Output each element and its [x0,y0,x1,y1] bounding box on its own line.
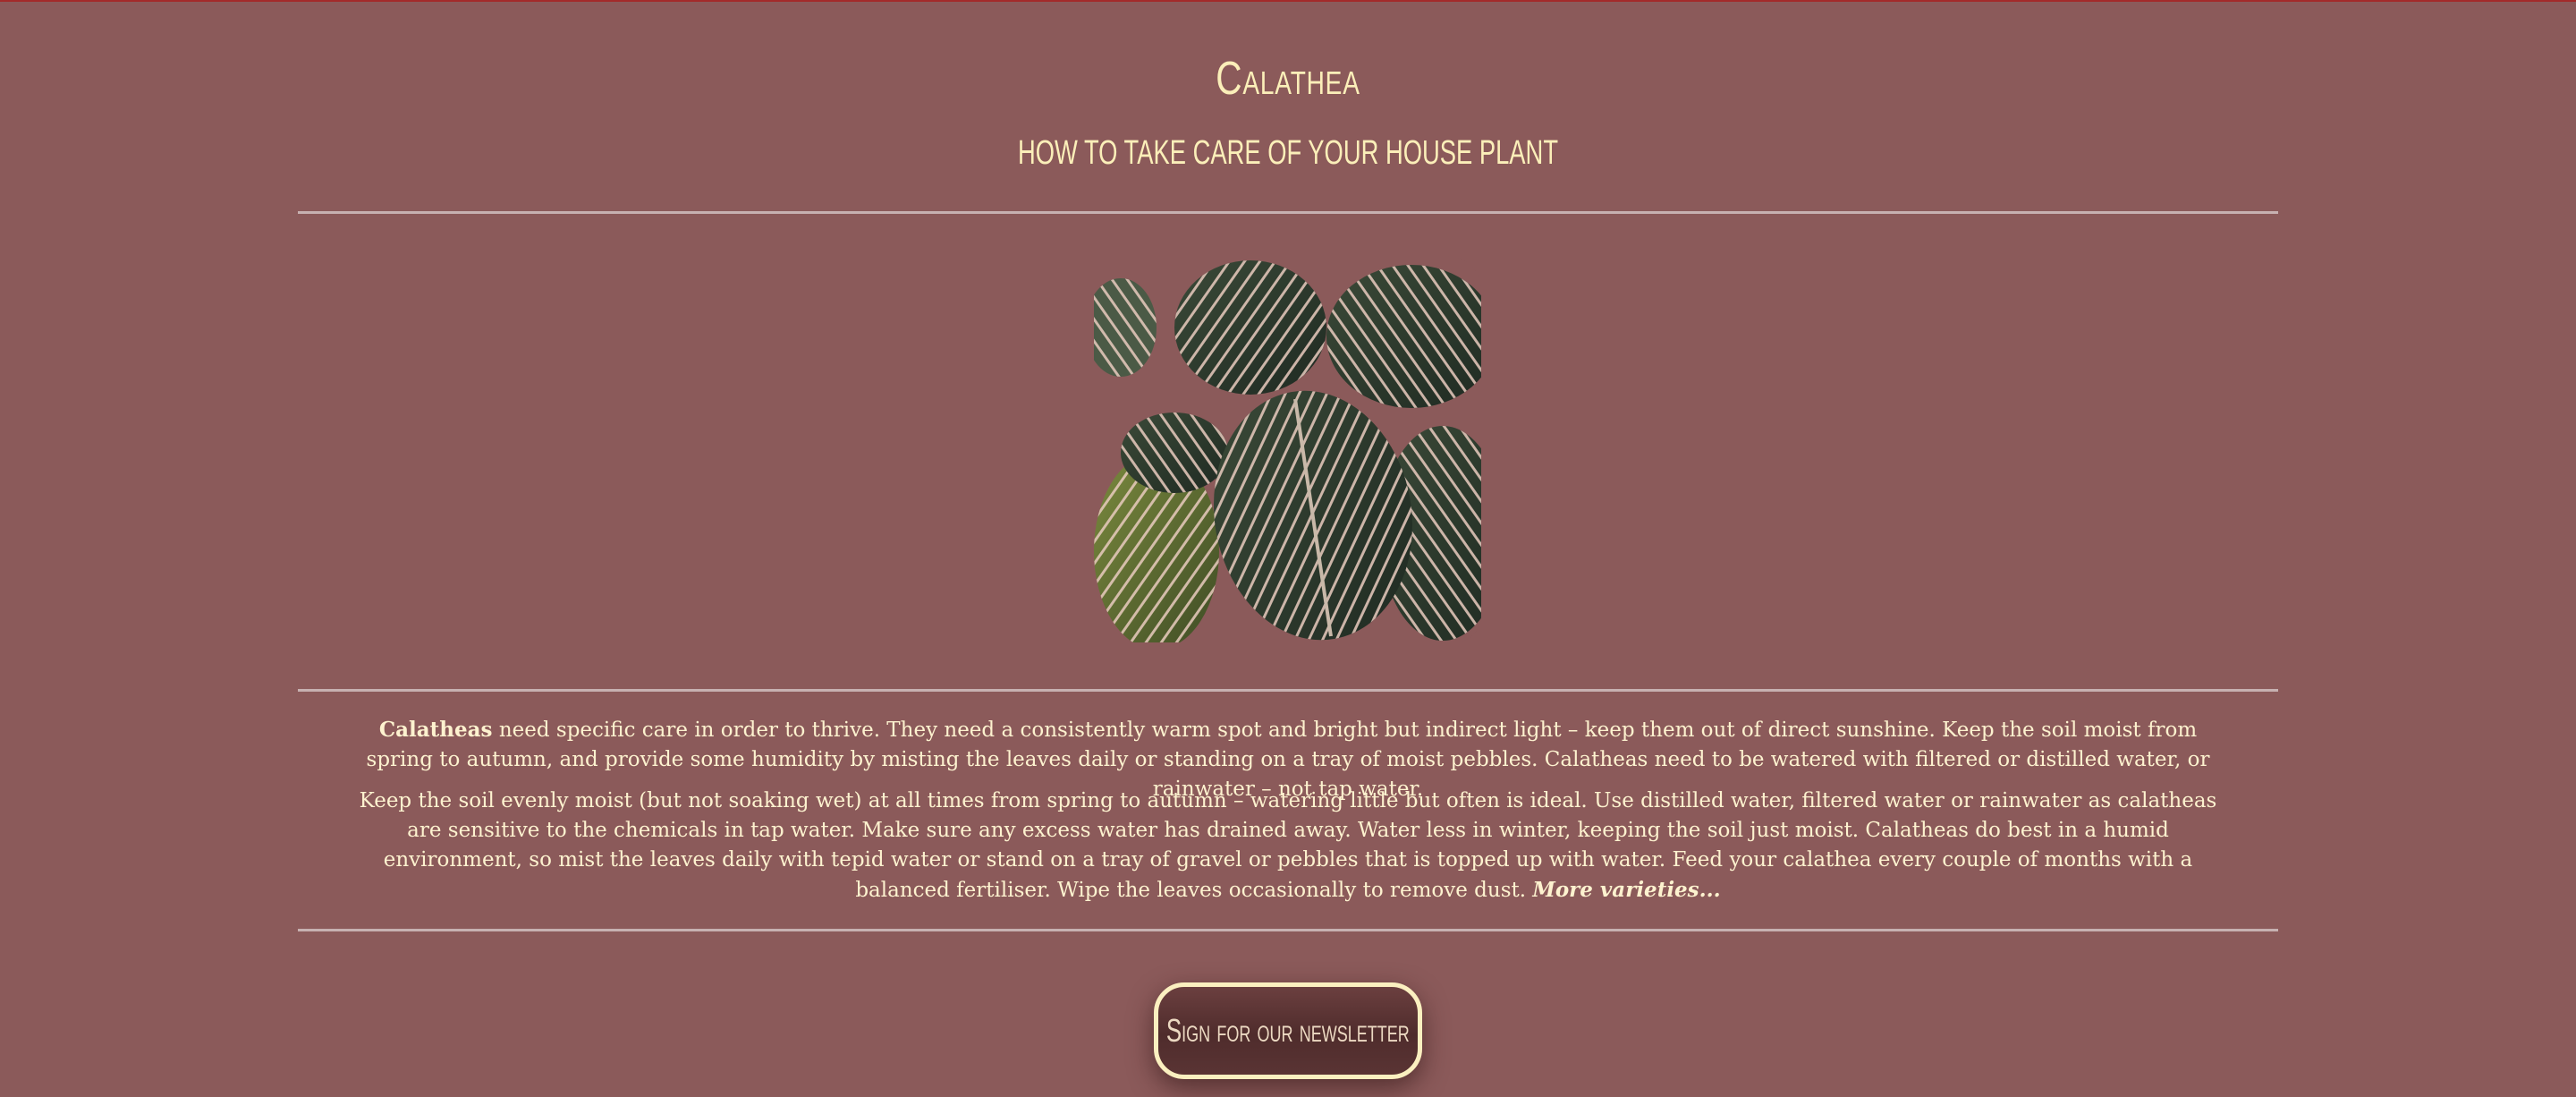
divider-bottom [298,929,2278,931]
page-title: Calathea [1216,53,1360,105]
paragraph-2-text: Keep the soil evenly moist (but not soak… [359,789,2217,902]
calathea-image [1094,256,1481,642]
divider-top [298,211,2278,214]
divider-middle [298,689,2278,692]
more-varieties-link[interactable]: More varieties... [1532,878,1720,902]
paragraph-lead: Calatheas [378,718,493,742]
page-subtitle: How to take care of your house plant [1017,134,1559,172]
newsletter-button[interactable]: Sign for our newsletter [1154,982,1422,1079]
care-paragraph-2: Keep the soil evenly moist (but not soak… [358,787,2218,906]
newsletter-label: Sign for our newsletter [1166,1012,1410,1049]
